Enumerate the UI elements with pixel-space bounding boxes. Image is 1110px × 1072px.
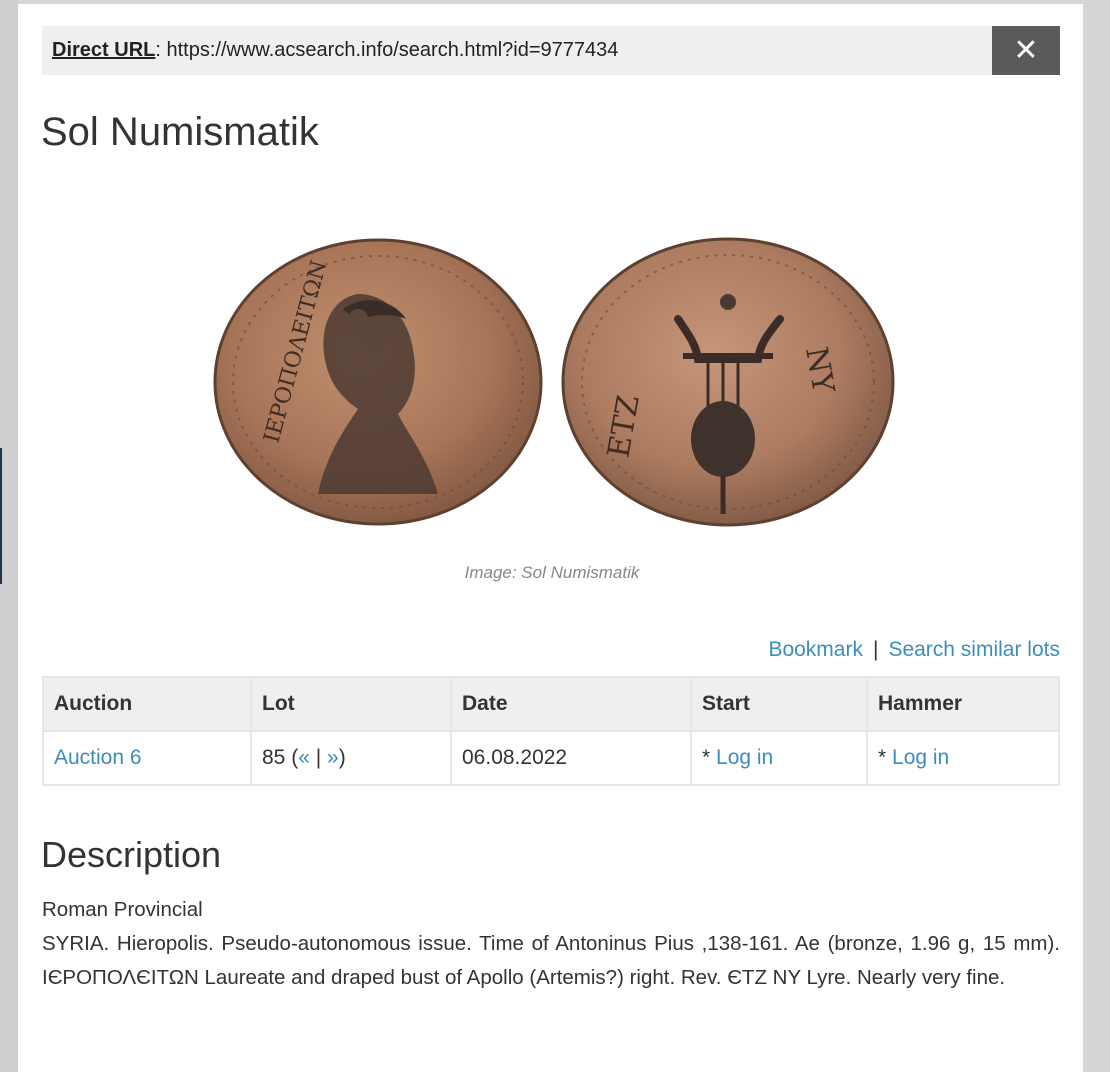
coin-image[interactable]: ΙΕΡΟΠΟΛΕΙΤΩΝ ΕΤΖ ΝΥ (208, 224, 898, 534)
lot-number: 85 (262, 746, 286, 769)
direct-url-bar: Direct URL: https://www.acsearch.info/se… (42, 26, 992, 75)
lot-actions: Bookmark | Search similar lots (768, 638, 1060, 662)
lot-cell: 85 (« | ») (250, 730, 452, 786)
lot-table-header-row: Auction Lot Date Start Hammer (42, 676, 1060, 732)
auction-link[interactable]: Auction 6 (54, 746, 142, 769)
description-title: Description (41, 834, 222, 875)
lot-modal: Direct URL: https://www.acsearch.info/se… (18, 4, 1083, 1072)
column-header-start: Start (690, 676, 868, 732)
close-icon: ✕ (1013, 33, 1039, 68)
actions-separator: | (872, 638, 879, 661)
description-text: SYRIA. Hieropolis. Pseudo-autonomous iss… (42, 932, 1060, 989)
date-cell: 06.08.2022 (450, 730, 692, 786)
background-page-strip (0, 0, 18, 1072)
background-scroll-area (1083, 0, 1110, 1072)
image-caption: Image: Sol Numismatik (464, 563, 640, 582)
column-header-lot: Lot (250, 676, 452, 732)
description-body: Roman Provincial SYRIA. Hieropolis. Pseu… (42, 893, 1060, 995)
background-accent (0, 448, 2, 584)
direct-url-label: Direct URL (52, 39, 156, 61)
column-header-auction: Auction (42, 676, 252, 732)
start-prefix: * (702, 746, 717, 769)
hammer-login-link[interactable]: Log in (892, 746, 949, 769)
lot-nav-separator: | (315, 746, 322, 769)
coin-obverse: ΙΕΡΟΠΟΛΕΙΤΩΝ (213, 238, 543, 526)
previous-lot-link[interactable]: « (298, 746, 310, 769)
start-cell: * Log in (690, 730, 868, 786)
start-login-link[interactable]: Log in (716, 746, 773, 769)
column-header-hammer: Hammer (866, 676, 1060, 732)
description-category: Roman Provincial (42, 898, 203, 921)
seller-title: Sol Numismatik (41, 110, 319, 154)
direct-url-value[interactable]: https://www.acsearch.info/search.html?id… (166, 39, 618, 61)
lot-table: Auction Lot Date Start Hammer Auction 6 … (42, 676, 1060, 786)
search-similar-lots-link[interactable]: Search similar lots (888, 638, 1060, 661)
direct-url-separator: : (155, 39, 161, 61)
coin-reverse: ΕΤΖ ΝΥ (561, 237, 895, 527)
close-button[interactable]: ✕ (992, 26, 1060, 75)
table-row: Auction 6 85 (« | ») 06.08.2022 * Log in… (42, 730, 1060, 786)
auction-cell: Auction 6 (42, 730, 252, 786)
column-header-date: Date (450, 676, 692, 732)
bookmark-link[interactable]: Bookmark (768, 638, 863, 661)
hammer-cell: * Log in (866, 730, 1060, 786)
next-lot-link[interactable]: » (327, 746, 339, 769)
hammer-prefix: * (878, 746, 893, 769)
